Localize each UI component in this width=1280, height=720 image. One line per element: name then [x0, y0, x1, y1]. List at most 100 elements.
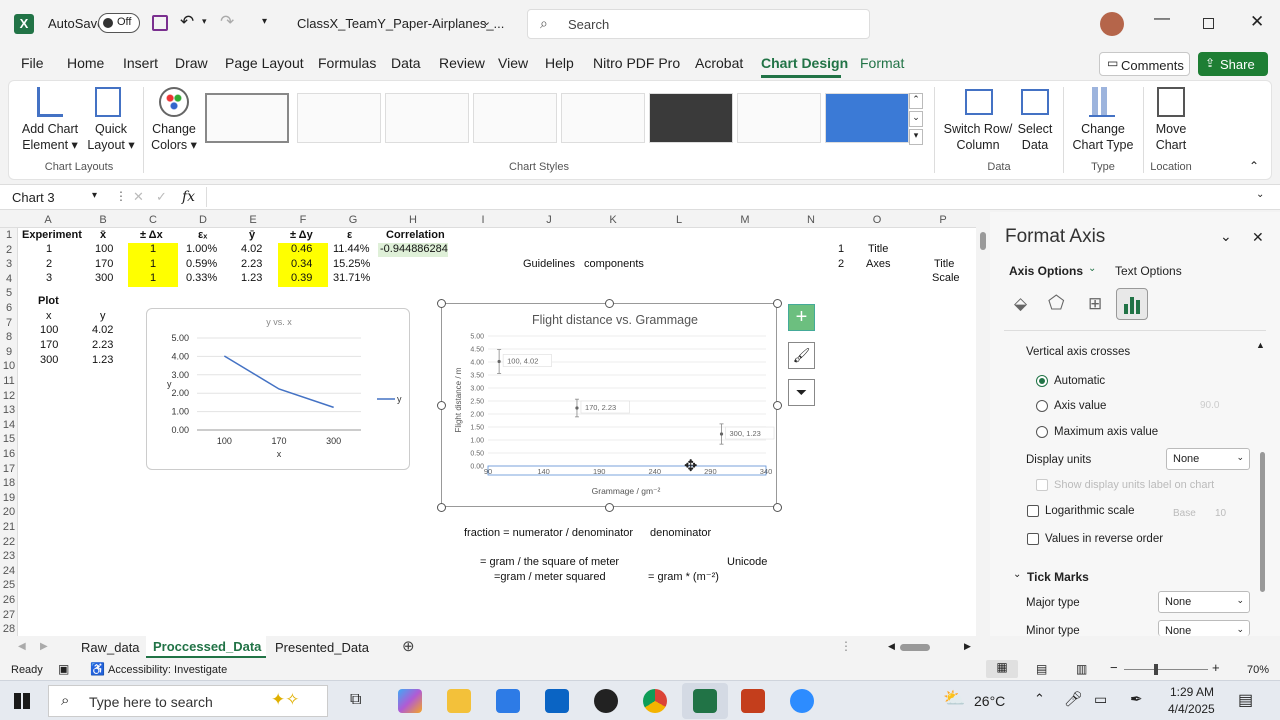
move-chart-button[interactable]: Move Chart [1149, 121, 1193, 153]
resize-handle-n[interactable] [605, 299, 614, 308]
switch-row-column-button[interactable]: Switch Row/ Column [941, 121, 1015, 153]
zoom-in-icon[interactable]: + [1212, 660, 1220, 675]
table-row-3-dx[interactable]: 1 [150, 271, 156, 286]
row-header-25[interactable]: 25 [0, 578, 18, 593]
pane-scroll-up-icon[interactable]: ▲ [1256, 340, 1265, 350]
table-row-1-dy[interactable]: 0.46 [291, 242, 312, 257]
resize-handle-ne[interactable] [773, 299, 782, 308]
chrome-icon[interactable] [643, 689, 667, 713]
microphone-icon[interactable]: 🎤︎ [1064, 690, 1083, 708]
plot-hdr-y[interactable]: y [100, 309, 106, 324]
col-header-m[interactable]: M [712, 212, 778, 228]
table-row-3-dy[interactable]: 0.39 [291, 271, 312, 286]
gallery-scroll-up-icon[interactable]: ⌃ [909, 93, 923, 109]
size-properties-icon[interactable]: ⊞ [1088, 294, 1102, 314]
row-header-4[interactable]: 4 [0, 272, 18, 287]
note-line-2a[interactable]: = gram / the square of meter [480, 555, 619, 570]
row-header-28[interactable]: 28 [0, 622, 18, 636]
cell-n3[interactable]: 2 [838, 257, 844, 272]
col-header-f[interactable]: F [278, 212, 328, 228]
major-type-select[interactable]: None ⌄ [1158, 591, 1250, 613]
next-sheet-icon[interactable]: ▶ [40, 641, 48, 652]
menu-data[interactable]: Data [391, 55, 421, 71]
plot-title[interactable]: Plot [38, 294, 59, 309]
page-layout-view-icon[interactable]: ▤ [1036, 662, 1047, 676]
chart-style-7[interactable] [737, 93, 821, 143]
chart-style-1[interactable] [205, 93, 289, 143]
cell-o2[interactable]: Title [868, 242, 888, 257]
menu-view[interactable]: View [498, 55, 528, 71]
plot-row-3-x[interactable]: 300 [40, 353, 58, 368]
collapse-ribbon-icon[interactable]: ⌃ [1249, 159, 1259, 173]
pane-options-chevron-icon[interactable]: ⌄ [1220, 228, 1232, 245]
chart-elements-button[interactable]: + [788, 304, 815, 331]
resize-handle-sw[interactable] [437, 503, 446, 512]
col-header-o[interactable]: O [844, 212, 910, 228]
row-header-3[interactable]: 3 [0, 257, 18, 272]
hdr-dy[interactable]: ± Δy [290, 228, 313, 243]
redo-icon[interactable]: ↷ [220, 12, 234, 32]
note-line-3a[interactable]: =gram / meter squared [494, 570, 606, 585]
notifications-icon[interactable]: ▤ [1238, 690, 1253, 710]
menu-nitro[interactable]: Nitro PDF Pro [593, 55, 680, 71]
normal-view-icon[interactable]: ▦ [986, 660, 1018, 678]
row-header-18[interactable]: 18 [0, 476, 18, 491]
formula-input[interactable] [206, 187, 1266, 207]
col-header-b[interactable]: B [78, 212, 128, 228]
row-header-1[interactable]: 1 [0, 228, 18, 243]
row-header-20[interactable]: 20 [0, 505, 18, 520]
plot-hdr-x[interactable]: x [46, 309, 52, 324]
quick-layout-button[interactable]: Quick Layout ▾ [85, 121, 137, 153]
task-view-icon[interactable]: ⧉ [350, 691, 361, 709]
col-header-n[interactable]: N [778, 212, 844, 228]
close-icon[interactable]: ✕ [1250, 12, 1264, 32]
table-row-1-y[interactable]: 4.02 [241, 242, 262, 257]
name-box[interactable]: Chart 3 [12, 190, 55, 205]
prev-sheet-icon[interactable]: ◀ [18, 641, 26, 652]
undo-icon[interactable]: ↶ [180, 12, 194, 32]
clock-date[interactable]: 4/4/2025 [1168, 702, 1215, 716]
taskbar-search[interactable]: ⌕ Type here to search ✦✧ [48, 685, 328, 717]
resize-handle-se[interactable] [773, 503, 782, 512]
table-row-2-y[interactable]: 2.23 [241, 257, 262, 272]
outlook-icon[interactable] [545, 689, 569, 713]
hdr-correlation[interactable]: Correlation [386, 228, 445, 243]
resize-handle-s[interactable] [605, 503, 614, 512]
gallery-more-icon[interactable]: ▾ [909, 129, 923, 145]
hdr-xbar[interactable]: x̄ [100, 228, 106, 243]
add-sheet-icon[interactable]: ⊕ [402, 637, 415, 655]
sheet-tab-raw-data[interactable]: Raw_data [81, 640, 140, 655]
menu-format[interactable]: Format [860, 55, 904, 71]
cell-j3[interactable]: Guidelines [523, 257, 575, 272]
reverse-order-checkbox[interactable] [1027, 533, 1039, 545]
cell-o3[interactable]: Axes [866, 257, 890, 272]
cell-p4[interactable]: Scale [932, 271, 960, 286]
row-header-24[interactable]: 24 [0, 564, 18, 579]
comments-button[interactable]: ▭ Comments [1099, 52, 1190, 76]
row-header-14[interactable]: 14 [0, 418, 18, 433]
sheet-tab-active[interactable]: Proccessed_Data [146, 636, 266, 658]
tick-marks-header[interactable]: Tick Marks [1027, 570, 1089, 584]
table-row-1-e[interactable]: 11.44% [333, 242, 370, 257]
col-header-a[interactable]: A [20, 212, 76, 228]
axis-options-icon[interactable] [1116, 288, 1148, 320]
resize-handle-nw[interactable] [437, 299, 446, 308]
macro-record-icon[interactable]: ▣ [58, 662, 69, 676]
page-break-view-icon[interactable]: ▥ [1076, 662, 1087, 676]
autosave-toggle[interactable]: Off [98, 13, 140, 33]
note-line-2b[interactable]: Unicode [727, 555, 767, 570]
status-accessibility[interactable]: Accessibility: Investigate [108, 664, 227, 676]
resize-handle-e[interactable] [773, 401, 782, 410]
row-header-6[interactable]: 6 [0, 301, 18, 316]
menu-help[interactable]: Help [545, 55, 574, 71]
menu-draw[interactable]: Draw [175, 55, 208, 71]
table-row-1-exp[interactable]: 1 [46, 242, 52, 257]
undo-dropdown-icon[interactable]: ▾ [202, 16, 207, 27]
table-row-2-x[interactable]: 170 [95, 257, 113, 272]
restore-icon[interactable] [1203, 18, 1214, 29]
row-header-16[interactable]: 16 [0, 447, 18, 462]
col-header-l[interactable]: L [646, 212, 712, 228]
copilot-icon[interactable] [398, 689, 422, 713]
effects-icon[interactable]: ⬠ [1048, 292, 1065, 315]
name-box-dropdown-icon[interactable]: ▾ [92, 190, 97, 201]
